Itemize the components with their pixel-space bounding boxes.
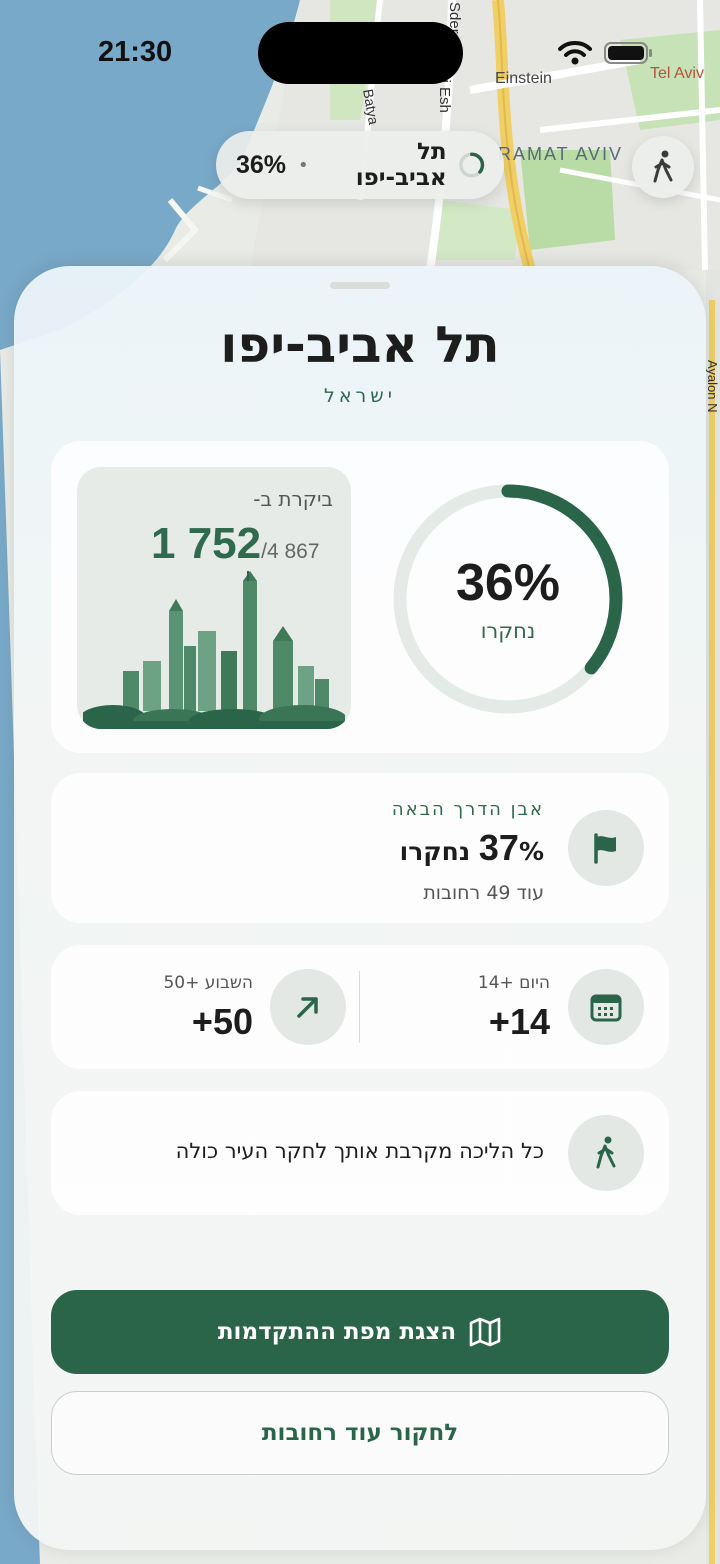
walking-icon [653,150,673,183]
gains-divider [359,971,360,1043]
trend-up-icon [297,997,318,1018]
recent-gains-card: היום +14 +14 השבוע +50 +50 [51,945,669,1069]
map-label-ayalon: Ayalon N [705,360,720,413]
tip-icon-circle [568,1115,644,1191]
visited-total: /4 867 [261,540,320,563]
visited-label: ביקרת ב- [253,487,333,511]
pill-progress-ring-icon [458,152,484,178]
explored-percent: 36% [455,554,561,612]
city-progress-sheet: תל אביב-יפו ישראל 36% נחקרו ביקרת ב- 1 7… [14,266,706,1550]
map-label-ramat-aviv: RAMAT AVIV [498,144,623,164]
milestone-value: 37% נחקרו [400,827,544,869]
milestone-percent: 37 [478,827,519,868]
explored-caption: נחקרו [480,619,536,643]
pill-separator: • [298,154,309,176]
week-icon-circle [270,969,346,1045]
walking-tip-card: כל הליכה מקרבת אותך לחקר העיר כולה [51,1091,669,1215]
today-caption: היום +14 [477,973,550,993]
today-value: +14 [488,1001,550,1042]
pill-percent: 36% [236,150,287,179]
battery-icon [604,42,652,64]
milestone-percent-suffix: % נחקרו [399,837,544,866]
wifi-icon [558,41,592,65]
visited-count: 1 752/4 867 [151,519,320,569]
explore-more-streets-button[interactable]: לחקור עוד רחובות [51,1391,669,1475]
pill-city-name: תל אביב-יפו [355,139,447,191]
skyline-illustration [83,571,345,729]
city-title: תל אביב-יפו [220,316,500,374]
week-value: +50 [191,1001,253,1042]
status-time: 21:30 [98,36,173,68]
milestone-icon-circle [568,810,644,886]
visited-number: 1 752 [151,519,262,568]
milestone-remaining: עוד 49 רחובות [423,882,544,904]
country-subtitle: ישראל [324,385,396,407]
visited-streets-panel: ביקרת ב- 1 752/4 867 [77,467,351,729]
dynamic-island [258,22,463,84]
explore-more-streets-label: לחקור עוד רחובות [261,1420,459,1446]
show-progress-map-label: הצגת מפת ההתקדמות [217,1319,457,1345]
calendar-icon [590,994,622,1022]
today-icon-circle [568,969,644,1045]
tip-text: כל הליכה מקרבת אותך לחקר העיר כולה [175,1139,544,1163]
city-progress-pill[interactable]: 36% • תל אביב-יפו [216,131,504,199]
next-milestone-card: אבן הדרך הבאה 37% נחקרו עוד 49 רחובות [51,773,669,923]
status-bar: 21:30 [0,0,720,104]
map-icon [469,1317,501,1347]
show-progress-map-button[interactable]: הצגת מפת ההתקדמות [51,1290,669,1374]
flag-icon [594,833,616,864]
walk-mode-button[interactable] [632,136,694,198]
sheet-grabber[interactable] [330,282,390,289]
exploration-stats-card: 36% נחקרו ביקרת ב- 1 752/4 867 [51,441,669,753]
week-caption: השבוע +50 [163,973,253,993]
milestone-caption: אבן הדרך הבאה [391,799,544,820]
walking-icon [596,1136,616,1169]
